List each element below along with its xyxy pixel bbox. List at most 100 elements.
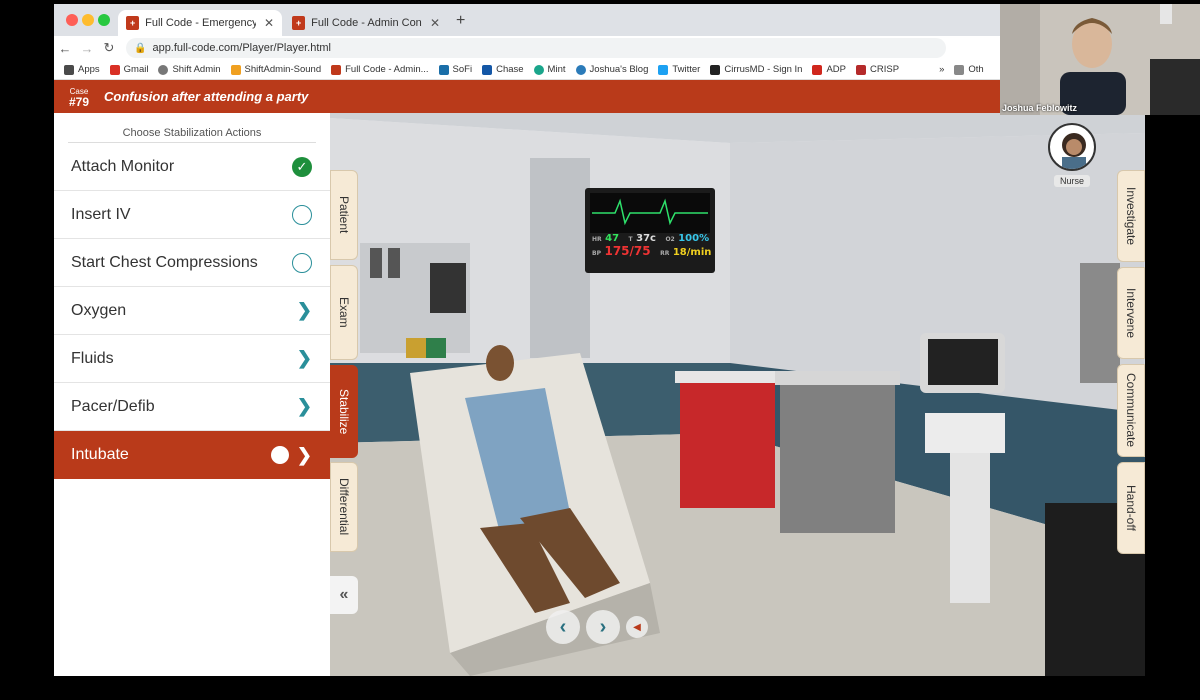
action-insert-iv[interactable]: Insert IV <box>54 191 330 239</box>
address-bar[interactable]: 🔒 app.full-code.com/Player/Player.html <box>126 38 946 58</box>
chevron-right-icon: ❯ <box>296 396 312 416</box>
filled-circle-icon <box>270 446 289 464</box>
tab-hand-off[interactable]: Hand-off <box>1117 462 1145 554</box>
room-illustration <box>330 113 1145 676</box>
cirrusmd-icon <box>710 64 721 75</box>
tab-intervene[interactable]: Intervene <box>1117 267 1145 359</box>
next-view-button[interactable]: › <box>586 610 620 644</box>
bookmark-label: Twitter <box>672 64 701 75</box>
bookmark-label: Oth <box>968 64 984 75</box>
folder-icon <box>954 64 965 75</box>
bookmark-cirrusmd[interactable]: CirrusMD - Sign In <box>710 64 802 75</box>
bookmarks-overflow-button[interactable]: » <box>939 64 944 75</box>
crisp-icon <box>856 64 867 75</box>
action-label: Attach Monitor <box>71 157 175 175</box>
bookmark-label: SoFi <box>452 64 473 75</box>
action-label: Start Chest Compressions <box>71 253 258 271</box>
bookmark-gmail[interactable]: Gmail <box>109 64 149 75</box>
full-code-favicon-icon <box>331 64 342 75</box>
browser-tab-full-code-em[interactable]: + Full Code - Emergency Medicine ✕ <box>118 10 282 36</box>
bookmark-label: ShiftAdmin-Sound <box>244 64 322 75</box>
action-fluids[interactable]: Fluids ❯ <box>54 335 330 383</box>
action-start-chest-compressions[interactable]: Start Chest Compressions <box>54 239 330 287</box>
temp-value: 37c <box>636 233 656 244</box>
tab-close-icon[interactable]: ✕ <box>430 16 440 30</box>
gmail-icon <box>109 64 120 75</box>
bp-label: BP <box>592 250 601 257</box>
tab-title: Full Code - Admin Console <box>311 17 422 29</box>
browser-toolbar: ← → ↻ 🔒 app.full-code.com/Player/Player.… <box>54 36 1000 60</box>
wordpress-icon <box>575 64 586 75</box>
bookmark-label: Gmail <box>123 64 149 75</box>
nurse-avatar <box>1048 123 1096 171</box>
bookmark-mint[interactable]: Mint <box>533 64 566 75</box>
tab-investigate[interactable]: Investigate <box>1117 170 1145 262</box>
tab-label: Intervene <box>1124 287 1138 339</box>
collapse-panel-button[interactable]: « <box>330 576 358 614</box>
action-intubate[interactable]: Intubate ❯ <box>54 431 330 479</box>
rr-value: 18/min <box>672 247 712 258</box>
tab-label: Hand-off <box>1124 485 1138 531</box>
bookmark-adp[interactable]: ADP <box>812 64 846 75</box>
nurse-avatar-button[interactable]: Nurse <box>1046 123 1098 189</box>
case-title: Confusion after attending a party <box>104 89 309 104</box>
bookmark-label: Joshua's Blog <box>589 64 649 75</box>
tab-exam[interactable]: Exam <box>330 265 358 360</box>
bookmark-sofi[interactable]: SoFi <box>438 64 473 75</box>
rr-label: RR <box>660 250 670 257</box>
webcam-video: Joshua Feblowitz <box>1000 4 1200 115</box>
bookmark-shiftadmin-sound[interactable]: ShiftAdmin-Sound <box>230 64 322 75</box>
sofi-icon <box>438 64 449 75</box>
browser-tab-admin-console[interactable]: + Full Code - Admin Console ✕ <box>284 10 448 36</box>
bookmark-chase[interactable]: Chase <box>482 64 524 75</box>
bookmark-label: Full Code - Admin... <box>345 64 429 75</box>
tab-close-icon[interactable]: ✕ <box>264 16 274 30</box>
case-number: Case #79 <box>54 87 104 109</box>
intubate-controls: ❯ <box>270 444 312 466</box>
tab-differential[interactable]: Differential <box>330 462 358 552</box>
tab-label: Exam <box>337 297 351 328</box>
action-oxygen[interactable]: Oxygen ❯ <box>54 287 330 335</box>
bookmark-label: Chase <box>496 64 524 75</box>
lock-icon: 🔒 <box>134 42 147 54</box>
webcam-feed <box>1000 4 1200 115</box>
maximize-window-button[interactable] <box>98 14 110 26</box>
patient-room-scene[interactable]: HR 47 T 37c O2 100% BP 175/75 RR 18/min <box>330 113 1145 676</box>
chevron-right-icon: ❯ <box>296 444 312 465</box>
action-pacer-defib[interactable]: Pacer/Defib ❯ <box>54 383 330 431</box>
full-code-favicon-icon: + <box>126 16 140 30</box>
close-window-button[interactable] <box>66 14 78 26</box>
empty-circle-icon <box>292 252 312 273</box>
bp-value: 175/75 <box>604 244 651 258</box>
tab-communicate[interactable]: Communicate <box>1117 364 1145 457</box>
tab-label: Stabilize <box>337 388 351 435</box>
tab-label: Communicate <box>1124 373 1138 448</box>
camera-navigation: ‹ › ◀ <box>546 610 648 644</box>
action-label: Fluids <box>71 349 114 367</box>
bookmark-apps[interactable]: Apps <box>64 64 100 75</box>
temp-label: T <box>628 236 633 243</box>
speaker-mute-icon[interactable]: ◀ <box>626 616 648 638</box>
bookmark-twitter[interactable]: Twitter <box>658 64 700 75</box>
bookmark-crisp[interactable]: CRISP <box>856 64 899 75</box>
case-id: #79 <box>68 94 90 109</box>
bookmark-shift-admin[interactable]: Shift Admin <box>158 64 221 75</box>
tab-patient[interactable]: Patient <box>330 170 358 260</box>
forward-icon[interactable]: → <box>76 41 98 56</box>
apps-grid-icon <box>64 64 74 75</box>
other-bookmarks[interactable]: Oth <box>954 64 984 75</box>
back-icon[interactable]: ← <box>54 41 76 56</box>
o2-value: 100% <box>678 233 710 244</box>
action-label: Pacer/Defib <box>71 397 155 415</box>
minimize-window-button[interactable] <box>82 14 94 26</box>
bookmark-joshuas-blog[interactable]: Joshua's Blog <box>575 64 649 75</box>
tab-stabilize[interactable]: Stabilize <box>330 365 358 458</box>
bookmark-full-code-admin[interactable]: Full Code - Admin... <box>331 64 429 75</box>
previous-view-button[interactable]: ‹ <box>546 610 580 644</box>
action-attach-monitor[interactable]: Attach Monitor ✓ <box>54 143 330 191</box>
windows-grid-icon <box>230 64 241 75</box>
tab-label: Patient <box>337 196 351 234</box>
new-tab-button[interactable]: + <box>456 12 465 30</box>
reload-icon[interactable]: ↻ <box>98 40 120 56</box>
screen: + Full Code - Emergency Medicine ✕ + Ful… <box>0 0 1200 700</box>
